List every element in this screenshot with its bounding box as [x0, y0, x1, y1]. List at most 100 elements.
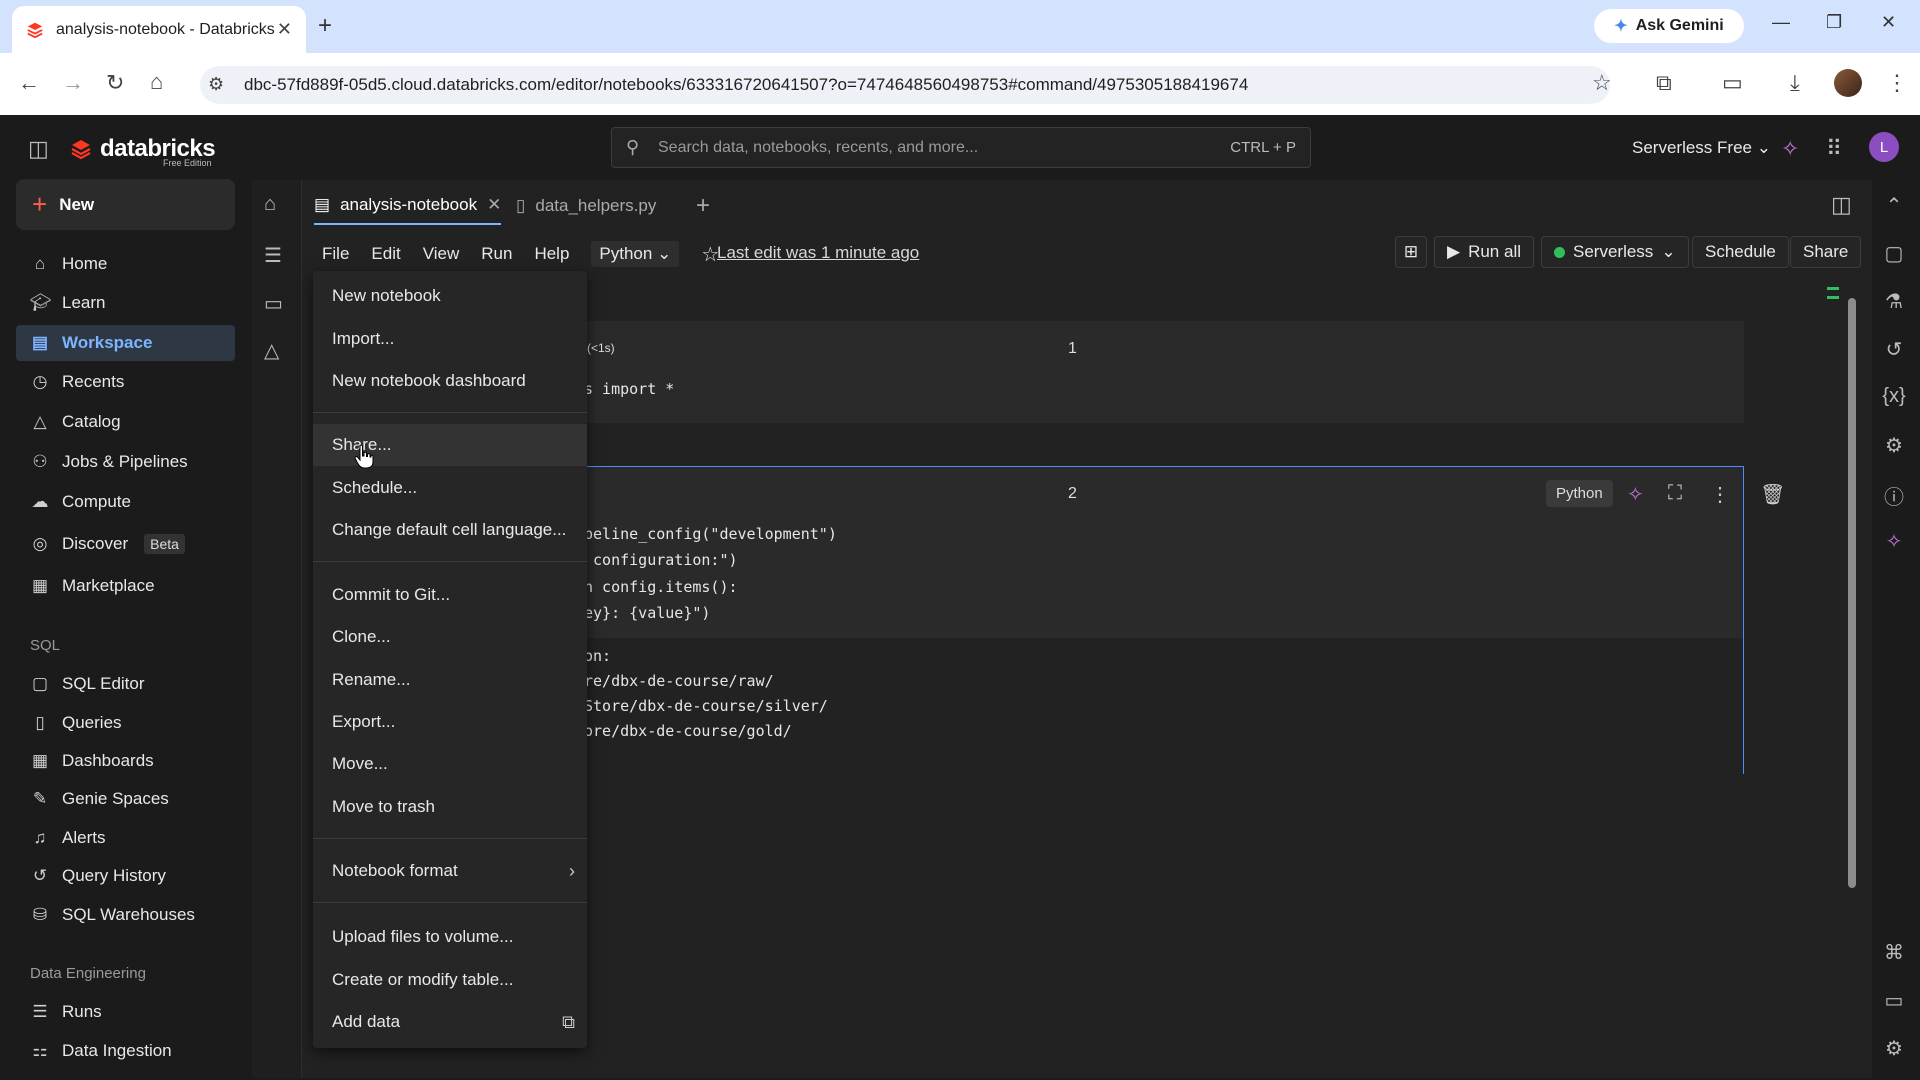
menu-divider — [313, 412, 587, 413]
menu-item-commit-to-git[interactable]: Commit to Git... — [313, 574, 587, 616]
global-search-input[interactable]: Search data, notebooks, recents, and mor… — [611, 127, 1311, 168]
extensions-icon[interactable]: ⧉ — [1656, 70, 1672, 96]
toc-icon[interactable]: ☰ — [264, 243, 282, 268]
reload-icon[interactable]: ↻ — [106, 70, 124, 96]
apps-grid-icon[interactable]: ⠿ — [1826, 136, 1842, 162]
experiments-icon[interactable]: ⚗ — [1879, 289, 1909, 314]
variables-icon[interactable]: {x} — [1879, 385, 1909, 408]
sidebar-item-discover[interactable]: ◎ Discover Beta — [16, 526, 235, 562]
sidebar-item-marketplace[interactable]: ▦ Marketplace — [16, 568, 235, 604]
tab-analysis-notebook[interactable]: ▤ analysis-notebook ✕ — [314, 187, 502, 225]
scrollbar-thumb[interactable] — [1848, 298, 1856, 888]
menu-item-export[interactable]: Export... — [313, 701, 587, 743]
ask-gemini-button[interactable]: ✦ Ask Gemini — [1594, 9, 1744, 43]
code-line: ey}: {value}") — [584, 604, 711, 622]
forward-icon[interactable]: → — [62, 70, 84, 96]
sidebar-toggle-icon[interactable]: ◫ — [28, 136, 49, 162]
menu-edit[interactable]: Edit — [371, 244, 400, 264]
home-rail-icon[interactable]: ⌂ — [264, 193, 276, 216]
sidebar-item-dashboards[interactable]: ▦ Dashboards — [16, 743, 235, 779]
schedule-button[interactable]: Schedule — [1692, 236, 1789, 268]
sidebar-item-catalog[interactable]: △ Catalog — [16, 404, 235, 440]
sidebar-item-data-ingestion[interactable]: ⚏ Data Ingestion — [16, 1033, 235, 1069]
menu-item-clone[interactable]: Clone... — [313, 616, 587, 658]
sidebar-item-queries[interactable]: ▯ Queries — [16, 705, 235, 741]
menu-item-add-data[interactable]: Add data ⧉ — [313, 1001, 587, 1043]
run-all-button[interactable]: ▶ Run all — [1434, 236, 1534, 268]
collapse-icon[interactable]: ⌃ — [1879, 193, 1909, 218]
menu-item-create-or-modify-table[interactable]: Create or modify table... — [313, 959, 587, 1001]
add-tab-icon[interactable]: + — [696, 187, 710, 225]
sidebar-item-recents[interactable]: ◷ Recents — [16, 364, 235, 400]
menu-item-upload-files-to-volume[interactable]: Upload files to volume... — [313, 916, 587, 958]
window-close-icon[interactable]: ✕ — [1881, 12, 1896, 33]
fullscreen-icon[interactable]: ⛶ — [1668, 482, 1682, 505]
bookmark-star-icon[interactable]: ☆ — [1592, 70, 1612, 96]
more-options-icon[interactable]: ⋮ — [1710, 482, 1730, 507]
sidebar-item-sql-editor[interactable]: ▢ SQL Editor — [16, 666, 235, 702]
cast-icon[interactable]: ▭ — [1722, 70, 1743, 96]
new-button[interactable]: + New — [16, 179, 235, 230]
comments-icon[interactable]: ▢ — [1879, 241, 1909, 266]
shortcuts-icon[interactable]: ⌘ — [1879, 940, 1909, 965]
sidebar-item-jobs-pipelines[interactable]: ⚇ Jobs & Pipelines — [16, 444, 235, 480]
environment-icon[interactable]: ⚙ — [1879, 433, 1909, 458]
trash-icon[interactable]: 🗑︎ — [1760, 482, 1785, 507]
tab-data-helpers[interactable]: ▯ data_helpers.py — [516, 187, 656, 225]
sidebar-item-genie-spaces[interactable]: ✎ Genie Spaces — [16, 781, 235, 817]
cell-language-tag[interactable]: Python — [1546, 480, 1613, 507]
sidebar-item-workspace[interactable]: ▤ Workspace — [16, 325, 235, 361]
sidebar-item-alerts[interactable]: ♫ Alerts — [16, 820, 235, 856]
sidebar-item-runs[interactable]: ☰ Runs — [16, 994, 235, 1030]
sidebar-item-compute[interactable]: ☁ Compute — [16, 484, 235, 520]
assistant-icon[interactable]: ✧ — [1879, 529, 1909, 554]
notebook-cell-1[interactable] — [580, 321, 1744, 423]
last-edit-link[interactable]: Last edit was 1 minute ago — [717, 243, 919, 263]
menu-view[interactable]: View — [423, 244, 460, 264]
folder-icon[interactable]: ▭ — [264, 291, 283, 316]
catalog-rail-icon[interactable]: △ — [264, 338, 279, 363]
download-icon[interactable]: ⤓ — [1790, 70, 1800, 96]
sidebar-item-home[interactable]: ⌂ Home — [16, 246, 235, 282]
menu-help[interactable]: Help — [534, 244, 569, 264]
browser-menu-icon[interactable]: ⋮ — [1886, 70, 1908, 96]
layout-button[interactable]: ⊞ — [1395, 236, 1427, 268]
assistant-icon[interactable]: ✧ — [1627, 482, 1644, 507]
close-tab-icon[interactable]: ✕ — [277, 19, 292, 40]
menu-run[interactable]: Run — [481, 244, 512, 264]
compute-selector[interactable]: Serverless ⌄ — [1541, 236, 1689, 268]
menu-item-rename[interactable]: Rename... — [313, 659, 587, 701]
minimize-icon[interactable]: — — [1772, 12, 1790, 33]
menu-item-notebook-format[interactable]: Notebook format › — [313, 850, 587, 892]
site-info-icon[interactable]: ⚙ — [208, 74, 224, 95]
menu-item-schedule[interactable]: Schedule... — [313, 467, 587, 509]
history-icon[interactable]: ↺ — [1879, 337, 1909, 362]
assistant-icon[interactable]: ✧ — [1781, 136, 1799, 162]
browser-profile-avatar[interactable] — [1834, 69, 1862, 97]
user-avatar[interactable]: L — [1869, 132, 1899, 162]
sidebar-item-query-history[interactable]: ↺ Query History — [16, 858, 235, 894]
split-view-icon[interactable]: ◫ — [1831, 192, 1852, 218]
menu-item-new-notebook-dashboard[interactable]: New notebook dashboard — [313, 360, 587, 402]
menu-item-import[interactable]: Import... — [313, 318, 587, 360]
share-button[interactable]: Share — [1790, 236, 1862, 268]
menu-item-move[interactable]: Move... — [313, 743, 587, 785]
address-bar[interactable]: dbc-57fd889f-05d5.cloud.databricks.com/e… — [200, 66, 1610, 104]
settings-icon[interactable]: ⚙ — [1879, 1036, 1909, 1061]
back-icon[interactable]: ← — [18, 70, 40, 96]
workspace-switcher[interactable]: Serverless Free ⌄ — [1632, 138, 1771, 158]
menu-file[interactable]: File — [322, 244, 349, 264]
menu-item-move-to-trash[interactable]: Move to trash — [313, 786, 587, 828]
menu-item-change-default-cell-language[interactable]: Change default cell language... — [313, 509, 587, 551]
restore-icon[interactable]: ❐ — [1826, 12, 1842, 33]
terminal-icon[interactable]: ▭ — [1879, 988, 1909, 1013]
home-browser-icon[interactable]: ⌂ — [150, 69, 163, 95]
new-tab-icon[interactable]: + — [318, 12, 332, 40]
sidebar-item-learn[interactable]: 🎓︎ Learn — [16, 285, 235, 321]
sidebar-item-sql-warehouses[interactable]: ⛁ SQL Warehouses — [16, 897, 235, 933]
language-selector[interactable]: Python ⌄ — [591, 241, 680, 267]
menu-item-new-notebook[interactable]: New notebook — [313, 275, 587, 317]
browser-tab[interactable]: analysis-notebook - Databricks ✕ — [12, 6, 306, 53]
close-icon[interactable]: ✕ — [487, 195, 501, 215]
info-icon[interactable]: ⓘ — [1879, 481, 1909, 510]
